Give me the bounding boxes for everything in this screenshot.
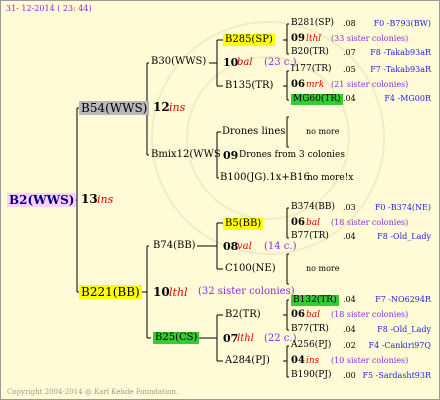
gen4-pedigree-ref[interactable]: F5 -Sardasht93R	[362, 372, 431, 380]
gen4-value: .02	[343, 341, 356, 350]
root-ins-marker: ins	[97, 193, 114, 206]
gen4-generation: 09	[291, 33, 305, 44]
node-bmix12[interactable]: Bmix12(WWS	[151, 150, 221, 160]
gen4-value: .04	[343, 295, 356, 304]
gen4-generation: 04	[291, 355, 305, 366]
gen4-node[interactable]: B77(TR)	[291, 232, 329, 241]
gen4-generation: 06	[291, 79, 305, 90]
node-b135[interactable]: B135(TR)	[225, 81, 273, 91]
gen4-mark: ins	[306, 356, 320, 366]
node-b74[interactable]: B74(BB)	[153, 241, 196, 251]
node-b5[interactable]: B5(BB)	[223, 218, 264, 230]
gen4-node[interactable]: B132(TR)	[291, 295, 339, 306]
gen4-pedigree-ref[interactable]: F4 -Cankiri97Q	[369, 342, 431, 350]
mark-lthl-b25: lthl	[237, 333, 254, 344]
gen4-pedigree-ref[interactable]: F8 -Takab93aR	[370, 49, 431, 57]
gen4-value: .04	[343, 325, 356, 334]
sister-colonies-b221: (32 sister colonies)	[198, 286, 295, 297]
gen4-pedigree-ref[interactable]: F8 -Old_Lady	[377, 326, 431, 334]
gen4-value: .05	[343, 65, 356, 74]
node-b30[interactable]: B30(WWS)	[151, 57, 206, 67]
gen4-value: .08	[343, 19, 356, 28]
mark-val: val	[237, 241, 252, 252]
gen4-value: .07	[343, 48, 356, 57]
no-more-2: no more	[306, 264, 340, 273]
footer-copyright: Copyright 2004-2014 @ Karl Kehde Foundat…	[7, 388, 179, 396]
gen4-mark: bal	[306, 218, 321, 228]
gen4-mark: mrk	[306, 80, 325, 90]
gen4-node[interactable]: B190(PJ)	[291, 371, 331, 380]
node-b2[interactable]: B2(TR)	[225, 310, 261, 320]
mark-bal: bal	[237, 57, 253, 68]
node-b100[interactable]: B100(JG).1x+B16	[220, 173, 310, 183]
gen4-sister-count: (33 sister colonies)	[331, 34, 409, 43]
node-c100[interactable]: C100(NE)	[225, 264, 276, 274]
gen4-node[interactable]: B281(SP)	[291, 19, 334, 28]
gen4-node[interactable]: I177(TR)	[291, 65, 332, 74]
gen4-pedigree-ref[interactable]: F4 -MG00R	[384, 95, 431, 103]
gen4-node[interactable]: A256(PJ)	[291, 341, 331, 350]
node-b285[interactable]: B285(SP)	[223, 34, 275, 46]
root-node[interactable]: B2(WWS)	[7, 193, 77, 207]
count-b74: (14 c.)	[264, 241, 297, 252]
gen-12: 12	[153, 100, 170, 114]
gen4-sister-count: (21 sister colonies)	[331, 80, 409, 89]
node-b54[interactable]: B54(WWS)	[79, 101, 150, 115]
gen4-node[interactable]: B374(BB)	[291, 203, 335, 212]
gen4-value: .03	[343, 203, 356, 212]
node-a284[interactable]: A284(PJ)	[225, 356, 270, 366]
gen4-sister-count: (18 sister colonies)	[331, 310, 409, 319]
node-b221[interactable]: B221(BB)	[79, 285, 142, 299]
gen4-generation: 06	[291, 217, 305, 228]
gen-10: 10	[153, 285, 170, 299]
mark-lthl: lthl	[169, 286, 188, 299]
gen4-sister-count: (18 sister colonies)	[331, 218, 409, 227]
gen4-value: .00	[343, 371, 356, 380]
node-b25[interactable]: B25(CS)	[153, 332, 200, 344]
no-more-1: no more	[306, 127, 340, 136]
note-b100: no more!x	[307, 173, 354, 183]
gen-09-bmix12: 09	[223, 149, 239, 162]
note-bmix12: Drones from 3 colonies	[239, 150, 345, 160]
node-drones-lines[interactable]: Drones lines	[222, 127, 285, 137]
gen4-pedigree-ref[interactable]: F7 -NO6294R	[375, 296, 431, 304]
gen4-pedigree-ref[interactable]: F0 -B793(BW)	[374, 20, 431, 28]
gen4-sister-count: (10 sister colonies)	[331, 356, 409, 365]
gen4-pedigree-ref[interactable]: F7 -Takab93aR	[370, 66, 431, 74]
mark-ins: ins	[169, 101, 186, 114]
gen4-mark: lthl	[306, 34, 322, 44]
gen4-mark: bal	[306, 310, 321, 320]
pedigree-diagram: 31- 12-2014 ( 23: 44) B2(WWS) 13 ins B54…	[0, 0, 440, 400]
gen4-node[interactable]: B20(TR)	[291, 48, 329, 57]
gen4-value: .04	[343, 232, 356, 241]
gen4-value: .04	[343, 94, 356, 103]
gen4-pedigree-ref[interactable]: F8 -Old_Lady	[377, 233, 431, 241]
header-date: 31- 12-2014 ( 23: 44)	[6, 4, 92, 13]
gen4-node[interactable]: B77(TR)	[291, 325, 329, 334]
gen4-pedigree-ref[interactable]: F0 -B374(NE)	[375, 204, 431, 212]
root-generation: 13	[81, 192, 98, 206]
gen4-node[interactable]: MG60(TR)	[291, 94, 343, 105]
gen4-generation: 06	[291, 309, 305, 320]
